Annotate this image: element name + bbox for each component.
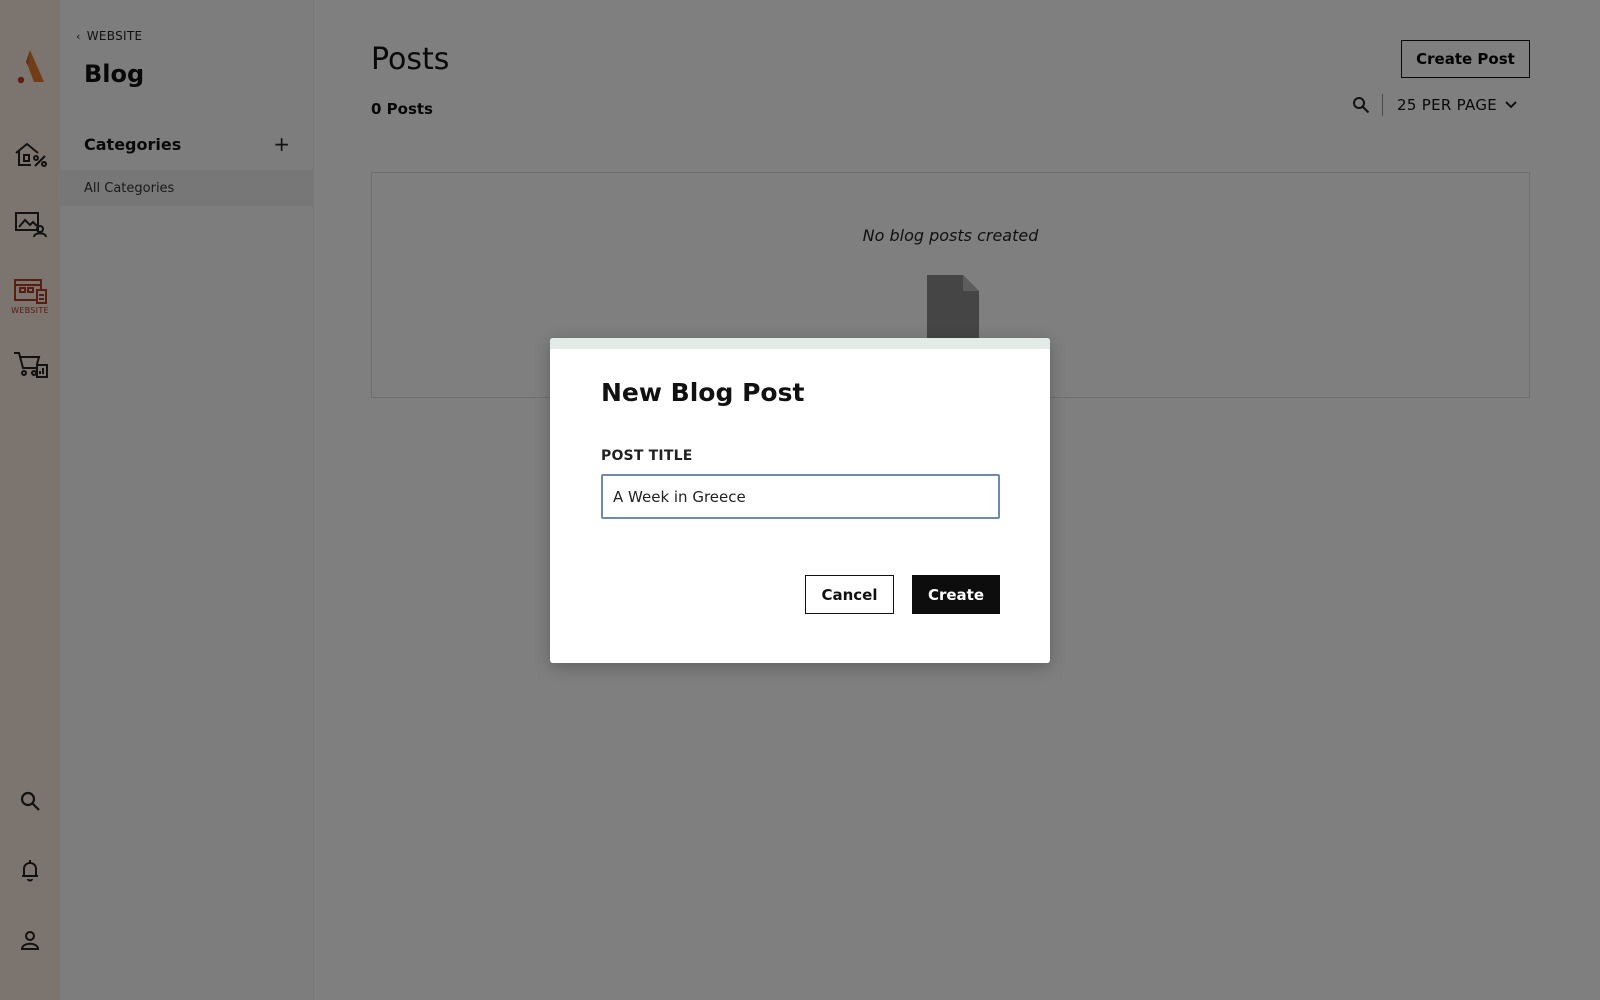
dialog-top-bar bbox=[550, 338, 1050, 349]
dialog-title: New Blog Post bbox=[601, 378, 805, 407]
new-blog-post-dialog: New Blog Post POST TITLE Cancel Create bbox=[550, 338, 1050, 663]
cancel-button[interactable]: Cancel bbox=[805, 575, 894, 614]
create-button[interactable]: Create bbox=[912, 575, 1000, 614]
post-title-label: POST TITLE bbox=[601, 448, 693, 464]
post-title-input[interactable] bbox=[601, 474, 1000, 519]
